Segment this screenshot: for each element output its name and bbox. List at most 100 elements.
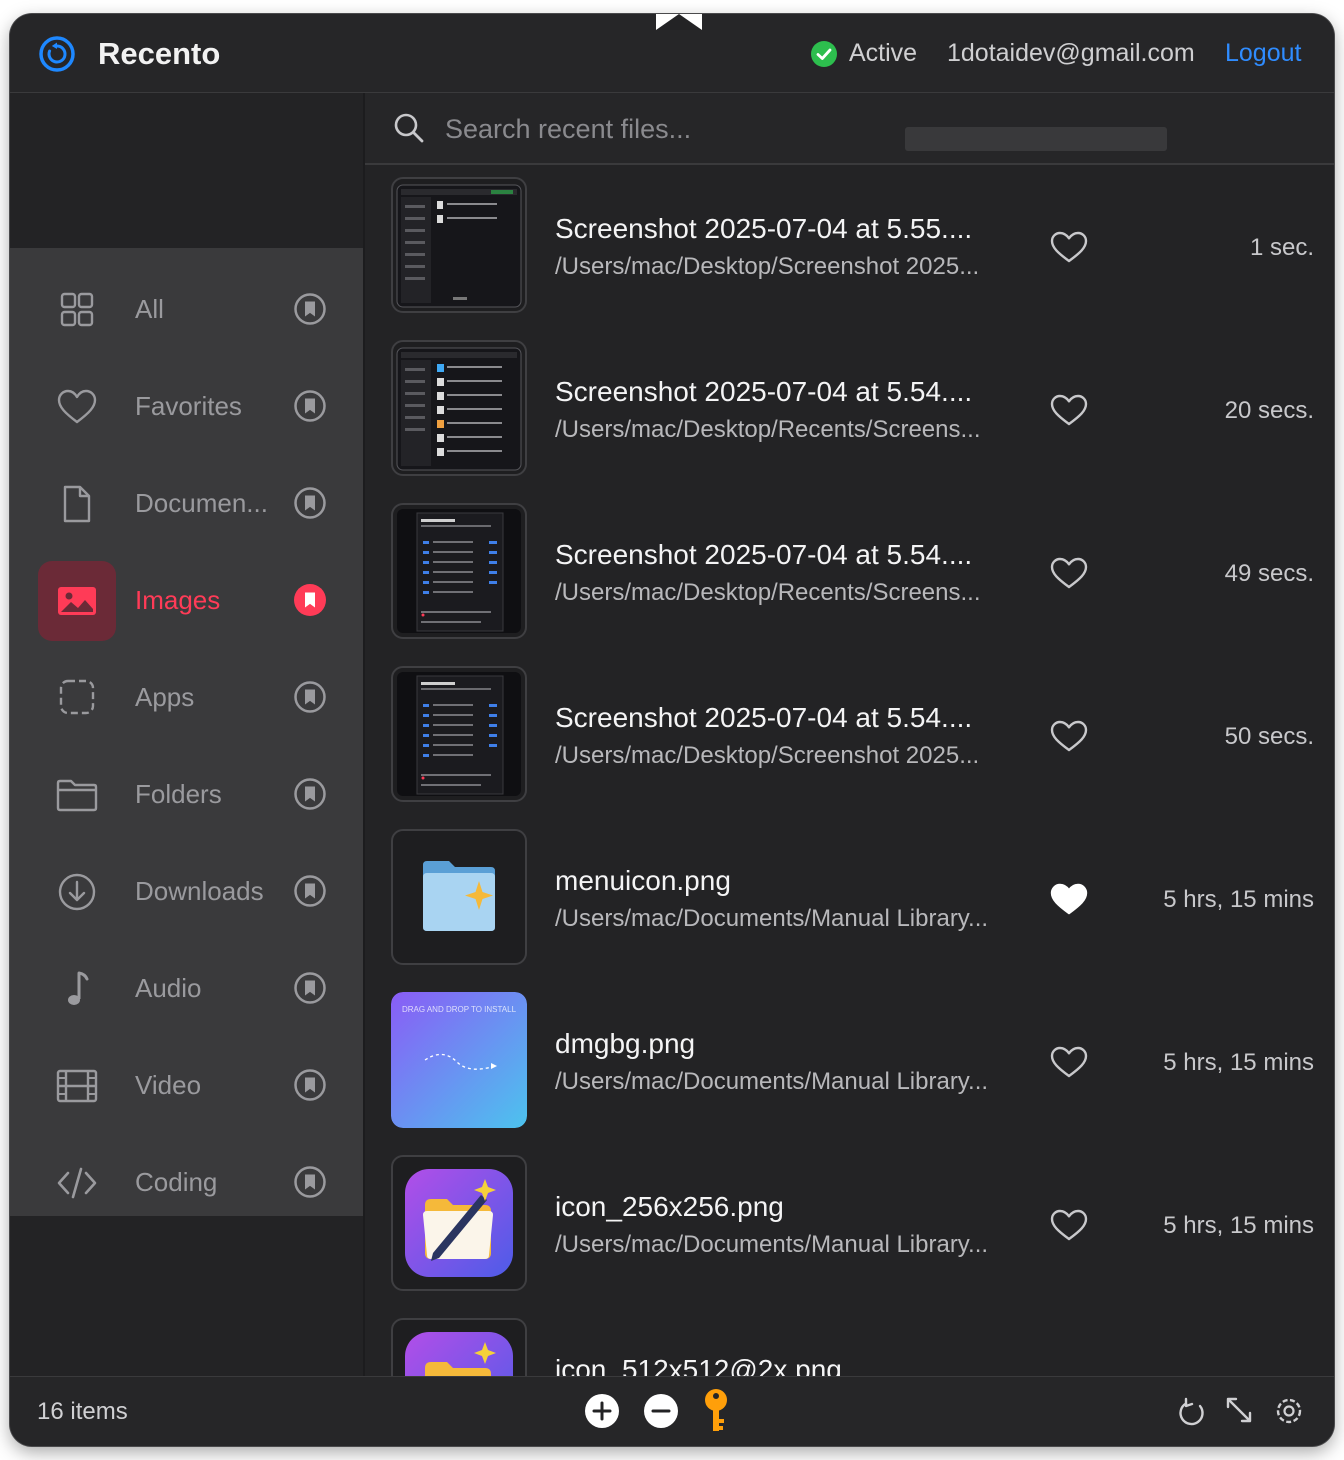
file-name: Screenshot 2025-07-04 at 5.54....: [555, 539, 973, 570]
search-bar: [365, 93, 1334, 165]
sidebar-item-label: Folders: [135, 779, 222, 809]
dmg-background-image: DRAG AND DROP TO INSTALL: [391, 992, 527, 1128]
bookmark-pin-icon[interactable]: [293, 1068, 327, 1102]
sidebar-item-label: Downloads: [135, 876, 264, 906]
grid-icon: [60, 292, 94, 327]
search-field-overlay: [905, 127, 1167, 151]
sidebar-item-label: Apps: [135, 682, 195, 712]
sidebar-item-label: Audio: [135, 973, 202, 1003]
sidebar-item-video[interactable]: Video: [10, 1046, 363, 1126]
file-name: Screenshot 2025-07-04 at 5.55....: [555, 213, 973, 244]
favorite-heart-icon[interactable]: [1049, 718, 1089, 754]
search-input[interactable]: [443, 107, 907, 151]
file-thumbnail: [391, 1155, 527, 1291]
file-path: /Users/mac/Desktop/Screenshot 2025...: [555, 742, 980, 769]
bookmark-pin-icon[interactable]: [293, 874, 327, 908]
file-path: /Users/mac/Desktop/Screenshot 2025...: [555, 253, 980, 280]
file-time: 5 hrs, 15 mins: [1163, 886, 1314, 913]
file-name: dmgbg.png: [555, 1028, 696, 1059]
music-note-icon: [68, 971, 89, 1005]
sidebar-item-apps[interactable]: Apps: [10, 658, 363, 738]
bookmark-pin-icon[interactable]: [293, 583, 327, 617]
add-button[interactable]: [583, 1392, 621, 1430]
file-thumbnail: [391, 177, 527, 313]
sidebar-item-label: Favorites: [135, 391, 242, 421]
search-icon: [394, 113, 424, 143]
file-name: icon_256x256.png: [555, 1191, 784, 1222]
heart-icon: [57, 389, 97, 424]
thumb-caption: DRAG AND DROP TO INSTALL: [402, 1005, 517, 1014]
file-row[interactable]: DRAG AND DROP TO INSTALL dmgbg.png /User…: [365, 980, 1334, 1143]
key-icon[interactable]: [702, 1387, 730, 1435]
file-thumbnail: [391, 340, 527, 476]
file-path: /Users/mac/Desktop/Recents/Screens...: [555, 416, 981, 443]
footer: 16 items: [10, 1376, 1334, 1446]
document-icon: [63, 485, 91, 523]
favorite-heart-icon[interactable]: [1049, 392, 1089, 428]
bookmark-pin-icon[interactable]: [293, 292, 327, 326]
image-icon: [58, 587, 96, 615]
settings-gear-icon[interactable]: [1272, 1394, 1306, 1428]
file-name: Screenshot 2025-07-04 at 5.54....: [555, 376, 973, 407]
bookmark-pin-icon[interactable]: [293, 971, 327, 1005]
remove-button[interactable]: [642, 1392, 680, 1430]
file-path: /Users/mac/Documents/Manual Library...: [555, 1231, 989, 1258]
sidebar-item-label: Images: [135, 585, 221, 615]
item-count: 16 items: [37, 1398, 128, 1425]
status-label: Active: [849, 39, 918, 67]
bookmark-pin-icon[interactable]: [293, 486, 327, 520]
sidebar-item-all[interactable]: All: [10, 270, 363, 350]
favorite-heart-icon[interactable]: [1049, 1207, 1089, 1243]
favorite-heart-filled-icon[interactable]: [1049, 881, 1089, 917]
file-row[interactable]: Screenshot 2025-07-04 at 5.54.... /Users…: [365, 491, 1334, 654]
refresh-logo-icon: [39, 36, 75, 72]
file-row[interactable]: menuicon.png /Users/mac/Documents/Manual…: [365, 817, 1334, 980]
sidebar-item-downloads[interactable]: Downloads: [10, 852, 363, 932]
favorite-heart-icon[interactable]: [1049, 1044, 1089, 1080]
file-row[interactable]: Screenshot 2025-07-04 at 5.54.... /Users…: [365, 654, 1334, 817]
screenshot-thumbnail-image: [397, 672, 521, 796]
check-circle-icon: [811, 41, 837, 67]
sidebar-item-images[interactable]: Images: [10, 561, 363, 641]
file-row[interactable]: icon_256x256.png /Users/mac/Documents/Ma…: [365, 1143, 1334, 1306]
expand-icon[interactable]: [1223, 1394, 1255, 1426]
file-time: 5 hrs, 15 mins: [1163, 1049, 1314, 1076]
logout-button[interactable]: Logout: [1225, 39, 1301, 68]
file-path: /Users/mac/Documents/Manual Library...: [555, 905, 989, 932]
sidebar-item-folders[interactable]: Folders: [10, 755, 363, 835]
sidebar-item-documents[interactable]: Documen...: [10, 464, 363, 544]
app-title: Recento: [98, 36, 221, 71]
sidebar-item-label: Documen...: [135, 488, 268, 518]
app-window: Recento Active 1dotaidev@gmail.com Logou…: [10, 14, 1334, 1446]
file-time: 20 secs.: [1224, 397, 1314, 424]
sidebar-item-favorites[interactable]: Favorites: [10, 367, 363, 447]
app-icon-thumbnail: [405, 1169, 513, 1277]
sidebar-item-coding[interactable]: Coding: [10, 1143, 363, 1223]
sidebar-footer-space: [10, 1216, 363, 1376]
file-row[interactable]: Screenshot 2025-07-04 at 5.54.... /Users…: [365, 328, 1334, 491]
folder-icon: [56, 779, 98, 812]
bookmark-pin-icon[interactable]: [293, 389, 327, 423]
bookmark-pin-icon[interactable]: [293, 1165, 327, 1199]
file-name: icon_512x512@2x.png: [555, 1354, 842, 1376]
bookmark-pin-icon[interactable]: [293, 777, 327, 811]
file-time: 49 secs.: [1224, 560, 1314, 587]
sidebar-header-space: [10, 93, 363, 248]
sidebar-item-audio[interactable]: Audio: [10, 949, 363, 1029]
sidebar-item-label: Video: [135, 1070, 202, 1100]
popover-arrow: [656, 14, 702, 30]
file-thumbnail: [391, 666, 527, 802]
bookmark-pin-icon[interactable]: [293, 680, 327, 714]
file-name: menuicon.png: [555, 865, 731, 896]
favorite-heart-icon[interactable]: [1049, 555, 1089, 591]
file-thumbnail: [391, 829, 527, 965]
app-icon: [59, 679, 95, 715]
file-list[interactable]: Screenshot 2025-07-04 at 5.55.... /Users…: [365, 165, 1334, 1376]
file-time: 1 sec.: [1249, 234, 1314, 261]
file-row[interactable]: Screenshot 2025-07-04 at 5.55.... /Users…: [365, 165, 1334, 328]
file-name: Screenshot 2025-07-04 at 5.54....: [555, 702, 973, 733]
refresh-icon[interactable]: [1176, 1396, 1208, 1428]
screenshot-thumbnail-image: [396, 184, 522, 308]
favorite-heart-icon[interactable]: [1049, 229, 1089, 265]
file-row[interactable]: icon_512x512@2x.png: [365, 1306, 1334, 1376]
